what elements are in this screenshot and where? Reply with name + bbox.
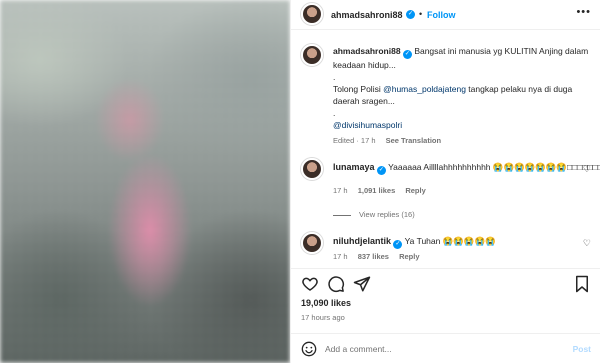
comment-likes[interactable]: 837 likes [358,252,389,261]
heart-icon[interactable]: ♡ [583,164,591,175]
caption-dot: . [333,72,336,82]
reply-button[interactable]: Reply [399,252,419,261]
post-header: ahmadsahroni88 ✓ • Follow ••• [291,0,600,30]
commenter-username[interactable]: niluhdjelantik [333,236,391,246]
view-replies-label: View replies (16) [359,210,415,219]
comment-text: lunamaya ✓ Yaaaaaa Aillllahhhhhhhhhh 😭😭😭… [333,162,600,175]
post-side-panel: ahmadsahroni88 ✓ • Follow ••• ahmadsahro… [290,0,600,363]
author-avatar[interactable] [301,3,323,25]
caption-username[interactable]: ahmadsahroni88 [333,46,401,56]
separator-dot: • [419,9,423,19]
post-actions-bar [291,268,600,293]
comment-body: Ya Tuhan 😭😭😭😭😭 [404,236,496,246]
save-bookmark-icon[interactable] [573,275,591,293]
commenter-username[interactable]: lunamaya [333,162,375,172]
comment-time: 17 h [333,186,348,195]
likes-count[interactable]: 19,090 likes [301,298,351,308]
mention-humas-poldajateng[interactable]: @humas_poldajateng [383,84,466,94]
see-translation-link[interactable]: See Translation [386,136,441,145]
more-icon[interactable]: ••• [576,6,591,18]
reply-button[interactable]: Reply [405,186,425,195]
verified-badge-icon: ✓ [402,50,412,59]
comment-body: Yaaaaaa Aillllahhhhhhhhhh 😭😭😭😭😭😭😭□□□□□□□… [388,162,600,172]
commenter-avatar[interactable] [301,158,323,180]
share-send-icon[interactable] [353,275,371,293]
add-comment-bar: Post [291,333,600,363]
caption-dot-2: . [333,108,336,118]
comment-bubble-icon[interactable] [327,275,345,293]
verified-badge-icon: ✓ [393,240,403,249]
emoji-smile-icon[interactable] [301,341,317,357]
caption-line-2-prefix: Tolong Polisi [333,84,384,94]
view-replies-button[interactable]: View replies (16) [333,210,415,219]
verified-badge-icon: ✓ [376,166,386,175]
comment-meta: 17 h 1,091 likes Reply [333,186,434,195]
heart-icon[interactable]: ♡ [583,238,591,249]
verified-badge-icon: ✓ [406,10,415,19]
comment-likes[interactable]: 1,091 likes [358,186,396,195]
follow-button[interactable]: Follow [427,10,456,20]
comment-meta: 17 h 837 likes Reply [333,252,428,261]
media-blur-overlay [0,0,290,363]
author-username[interactable]: ahmadsahroni88 [331,10,403,20]
replies-divider-line [333,214,351,216]
caption-edited-time: Edited · 17 h [333,136,376,145]
caption-meta: Edited · 17 h See Translation [333,135,593,147]
post-time: 17 hours ago [301,313,345,322]
mention-divisihumaspolri[interactable]: @divisihumaspolri [333,120,402,130]
comment-text: niluhdjelantik ✓ Ya Tuhan 😭😭😭😭😭 [333,236,496,249]
post-media-image[interactable] [0,0,290,363]
caption-text: ahmadsahroni88 ✓ Bangsat ini manusia yg … [333,45,593,147]
post-comment-button[interactable]: Post [573,344,591,354]
comment-time: 17 h [333,252,348,261]
commenter-avatar[interactable] [301,232,323,254]
caption-avatar[interactable] [301,44,323,66]
like-heart-icon[interactable] [301,275,319,293]
add-comment-input[interactable] [325,341,525,357]
